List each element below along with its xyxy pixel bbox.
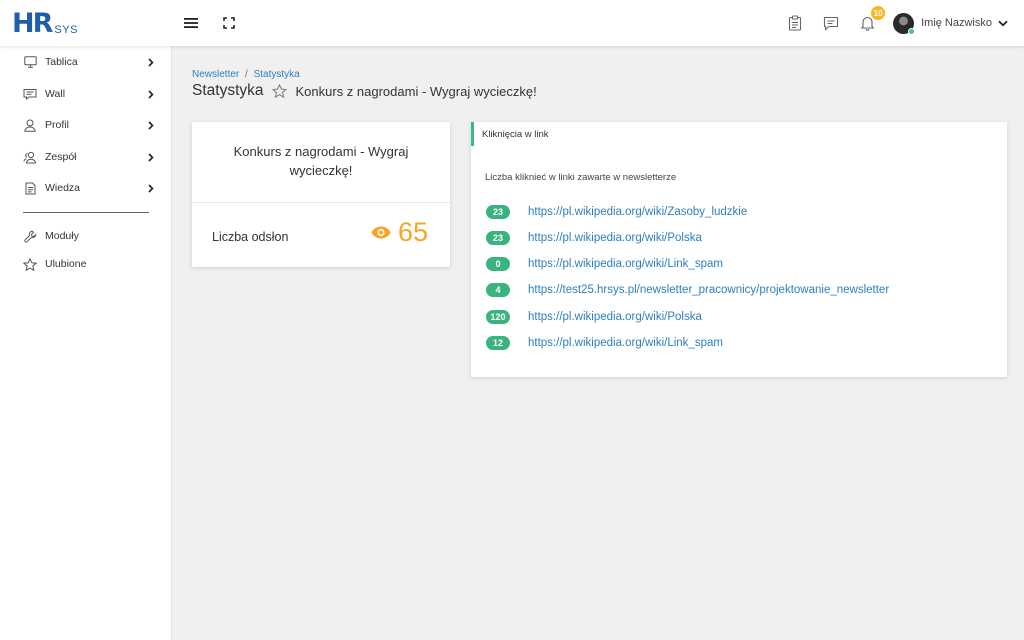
wall-icon [23, 87, 37, 101]
fullscreen-button[interactable] [220, 14, 238, 32]
sidebar-item-tablica[interactable]: Tablica [0, 50, 172, 74]
views-count: 65 [397, 217, 428, 247]
breadcrumb-link-newsletter[interactable]: Newsletter [192, 69, 239, 80]
breadcrumb-separator: / [245, 69, 248, 80]
breadcrumb-link-statystyka[interactable]: Statystyka [254, 69, 300, 80]
click-count-badge: 23 [486, 231, 510, 245]
views-stat: 65 [371, 219, 428, 246]
avatar [893, 12, 916, 35]
team-icon [23, 150, 37, 164]
link-url[interactable]: https://pl.wikipedia.org/wiki/Link_spam [528, 337, 723, 349]
list-item: 23 https://pl.wikipedia.org/wiki/Polska [486, 230, 702, 246]
list-item: 120 https://pl.wikipedia.org/wiki/Polska [486, 309, 702, 325]
sidebar-item-profil[interactable]: Profil [0, 113, 172, 137]
chevron-right-icon [148, 152, 154, 162]
menu-toggle-button[interactable] [182, 14, 200, 32]
sidebar-item-moduly[interactable]: Moduły [0, 224, 172, 248]
views-label: Liczba odsłon [212, 230, 289, 244]
online-status-dot [908, 27, 916, 35]
chevron-right-icon [148, 57, 154, 67]
click-count-badge: 12 [486, 336, 510, 350]
sidebar-item-label: Moduły [45, 230, 79, 242]
sidebar-item-label: Tablica [45, 56, 78, 68]
star-icon [271, 84, 287, 98]
user-icon [23, 118, 37, 132]
favorite-button[interactable] [271, 83, 288, 99]
fullscreen-icon [223, 17, 235, 29]
click-count-badge: 120 [486, 310, 510, 324]
click-count-badge: 4 [486, 283, 510, 297]
list-item: 0 https://pl.wikipedia.org/wiki/Link_spa… [486, 256, 723, 272]
chevron-right-icon [148, 183, 154, 193]
user-name: Imię Nazwisko [921, 17, 992, 29]
sidebar-item-ulubione[interactable]: Ulubione [0, 252, 172, 276]
chat-icon [824, 16, 839, 31]
sidebar-item-label: Wiedza [45, 182, 81, 194]
hamburger-icon [184, 18, 198, 28]
messages-button[interactable] [821, 13, 841, 33]
page-title: Statystyka [192, 82, 264, 99]
sidebar-item-wiedza[interactable]: Wiedza [0, 176, 172, 200]
link-url[interactable]: https://pl.wikipedia.org/wiki/Polska [528, 311, 702, 323]
clipboard-icon [789, 15, 802, 31]
sidebar-item-label: Ulubione [45, 258, 87, 270]
logo-sub-text: SYS [54, 23, 78, 36]
monitor-icon [23, 55, 37, 69]
breadcrumb: Newsletter / Statystyka [192, 69, 300, 80]
eye-icon [371, 226, 391, 240]
page-header: Statystyka Konkurs z nagrodami - Wygraj … [192, 82, 537, 100]
logo[interactable]: HR SYS [0, 0, 172, 46]
chevron-right-icon [148, 89, 154, 99]
link-clicks-description: Liczba kliknieć w linki zawarte w newsle… [485, 172, 677, 183]
link-url[interactable]: https://pl.wikipedia.org/wiki/Zasoby_lud… [528, 206, 747, 218]
document-icon [23, 181, 37, 195]
notifications-button[interactable]: 10 [857, 6, 886, 33]
click-count-badge: 23 [486, 205, 510, 219]
link-url[interactable]: https://pl.wikipedia.org/wiki/Polska [528, 232, 702, 244]
sidebar-item-wall[interactable]: Wall [0, 82, 172, 106]
sidebar-divider [23, 212, 149, 213]
notifications-badge: 10 [871, 6, 886, 20]
sidebar: Tablica Wall Profil Zespół Wiedza Moduły… [0, 46, 172, 640]
sidebar-item-label: Profil [45, 119, 69, 131]
page-subtitle: Konkurs z nagrodami - Wygraj wycieczkę! [295, 83, 537, 99]
list-item: 12 https://pl.wikipedia.org/wiki/Link_sp… [486, 335, 723, 351]
link-clicks-card: Kliknięcia w link Liczba kliknieć w link… [471, 122, 1007, 377]
clipboard-button[interactable] [785, 13, 805, 33]
star-icon [23, 257, 37, 271]
chevron-down-icon [998, 20, 1008, 27]
wrench-icon [23, 229, 37, 243]
newsletter-title: Konkurs z nagrodami - Wygraj wycieczkę! [192, 122, 450, 203]
top-bar: HR SYS 10 Imię Nazwisko [0, 0, 1024, 46]
link-url[interactable]: https://test25.hrsys.pl/newsletter_praco… [528, 284, 889, 296]
list-item: 4 https://test25.hrsys.pl/newsletter_pra… [486, 282, 889, 298]
chevron-right-icon [148, 120, 154, 130]
link-clicks-header: Kliknięcia w link [471, 122, 1007, 146]
link-url[interactable]: https://pl.wikipedia.org/wiki/Link_spam [528, 258, 723, 270]
click-count-badge: 0 [486, 257, 510, 271]
sidebar-item-zespol[interactable]: Zespół [0, 145, 172, 169]
sidebar-item-label: Wall [45, 88, 66, 100]
user-menu[interactable]: Imię Nazwisko [893, 12, 1008, 35]
summary-card: Konkurs z nagrodami - Wygraj wycieczkę! … [192, 122, 450, 267]
logo-main-text: HR [12, 7, 53, 39]
list-item: 23 https://pl.wikipedia.org/wiki/Zasoby_… [486, 204, 747, 220]
sidebar-item-label: Zespół [45, 151, 77, 163]
